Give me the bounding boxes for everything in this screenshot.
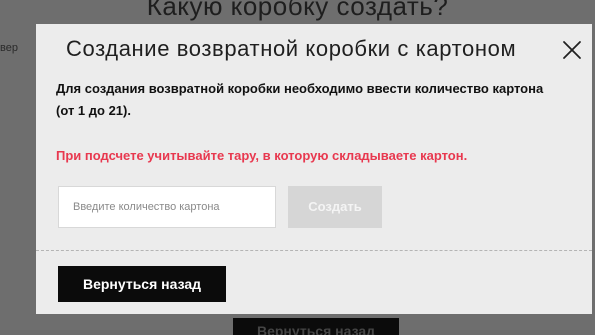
modal-title: Создание возвратной коробки с картоном [66,36,517,61]
background-text-fragment: вер [0,42,18,54]
create-button[interactable]: Создать [288,186,382,228]
background-back-button: Вернуться назад [233,318,399,335]
screen: Какую коробку создать? вер Вернуться наз… [0,0,595,335]
back-button[interactable]: Вернуться назад [58,266,226,302]
close-icon[interactable] [560,38,584,62]
modal-divider [36,250,592,251]
quantity-input[interactable] [58,186,276,228]
modal-description: Для создания возвратной коробки необходи… [56,81,544,118]
create-return-box-modal: Создание возвратной коробки с картоном Д… [36,24,592,314]
background-page-title: Какую коробку создать? [146,0,449,21]
modal-warning: При подсчете учитывайте тару, в которую … [56,148,468,163]
